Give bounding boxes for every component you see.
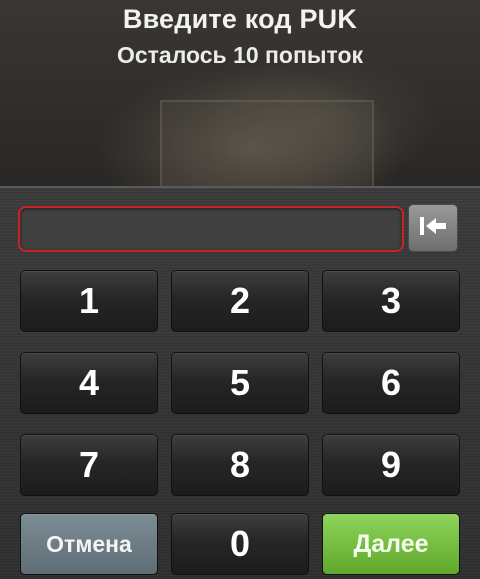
cancel-button[interactable]: Отмена [20,513,158,575]
background-photo [160,100,374,188]
numeric-keypad: 1 2 3 4 5 6 7 8 9 Отмена 0 Далее [0,186,480,579]
page-title: Введите код PUK [122,4,358,34]
backspace-button[interactable] [408,204,458,252]
key-9[interactable]: 9 [322,434,460,496]
puk-unlock-screen: Введите код PUK Осталось 10 попыток 1 2 … [0,0,480,579]
key-8[interactable]: 8 [171,434,309,496]
key-2[interactable]: 2 [171,270,309,332]
backspace-icon [418,215,448,242]
key-4[interactable]: 4 [20,352,158,414]
header-area: Введите код PUK Осталось 10 попыток [0,0,480,188]
key-5[interactable]: 5 [171,352,309,414]
key-1[interactable]: 1 [20,270,158,332]
key-7[interactable]: 7 [20,434,158,496]
key-6[interactable]: 6 [322,352,460,414]
key-3[interactable]: 3 [322,270,460,332]
puk-input-field[interactable] [18,206,404,252]
next-button[interactable]: Далее [322,513,460,575]
key-0[interactable]: 0 [171,513,309,575]
attempts-remaining-text: Осталось 10 попыток [116,42,364,68]
